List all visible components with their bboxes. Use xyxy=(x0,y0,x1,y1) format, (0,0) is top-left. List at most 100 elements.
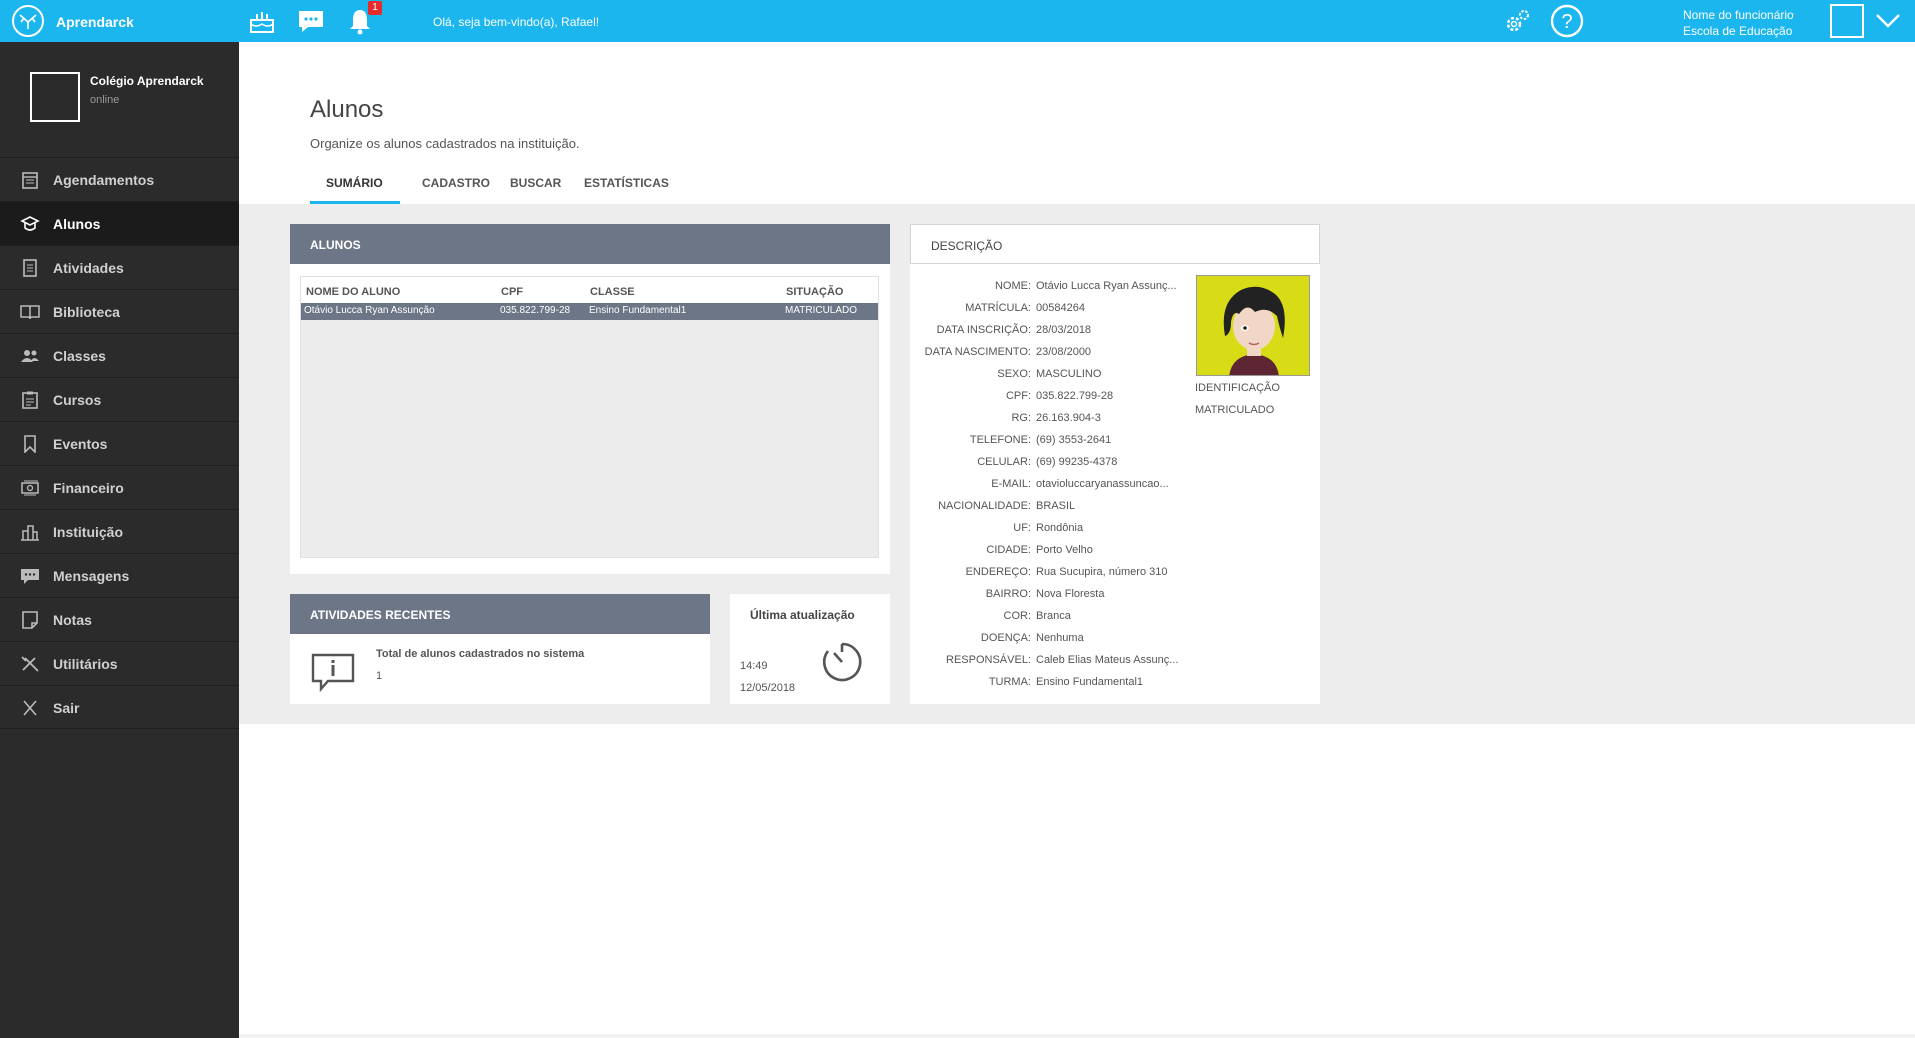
tab-cadastro[interactable]: CADASTRO xyxy=(406,176,506,204)
sidebar-item-financeiro[interactable]: Financeiro xyxy=(0,465,239,509)
user-role: Nome do funcionário xyxy=(1683,8,1794,22)
sidebar-item-atividades[interactable]: Atividades xyxy=(0,245,239,289)
page-title: Alunos xyxy=(310,96,384,123)
sidebar-item-utilitarios[interactable]: Utilitários xyxy=(0,641,239,685)
description-field: BAIRRO: Nova Floresta xyxy=(910,588,1310,606)
field-value: Porto Velho xyxy=(1036,544,1093,556)
field-label: RG: xyxy=(1011,412,1031,424)
sidebar-item-cursos[interactable]: Cursos xyxy=(0,377,239,421)
chevron-down-icon[interactable] xyxy=(1875,12,1901,35)
field-label: BAIRRO: xyxy=(985,588,1031,600)
column-header-name[interactable]: NOME DO ALUNO xyxy=(306,286,400,298)
school-name: Colégio Aprendarck xyxy=(90,74,204,88)
field-value: Rondônia xyxy=(1036,522,1084,534)
field-label: TURMA: xyxy=(988,676,1031,688)
help-icon[interactable]: ? xyxy=(1550,4,1584,38)
field-value: 00584264 xyxy=(1036,302,1085,314)
last-update-time: 14:49 xyxy=(740,660,768,672)
sidebar-item-sair[interactable]: Sair xyxy=(0,685,239,729)
birthday-cake-icon[interactable] xyxy=(247,6,277,36)
user-info: Nome do funcionário Escola de Educação xyxy=(1683,7,1794,39)
page-subtitle: Organize os alunos cadastrados na instit… xyxy=(310,136,580,151)
sidebar-item-label: Alunos xyxy=(53,216,101,232)
sidebar-item-label: Financeiro xyxy=(53,480,124,496)
description-field: E-MAIL: otavioluccaryanassuncao... xyxy=(910,478,1310,496)
note-icon xyxy=(20,611,40,629)
field-value: MASCULINO xyxy=(1036,368,1102,380)
top-bar: Aprendarck 1 Olá, seja bem-vindo(a), Raf… xyxy=(0,0,1915,42)
sidebar-item-classes[interactable]: Classes xyxy=(0,333,239,377)
sidebar-item-label: Biblioteca xyxy=(53,304,120,320)
description-field: TURMA: Ensino Fundamental1 xyxy=(910,676,1310,694)
timer-icon xyxy=(820,640,864,689)
field-label: CELULAR: xyxy=(977,456,1031,468)
student-photo xyxy=(1196,275,1310,376)
column-header-class[interactable]: CLASSE xyxy=(590,286,635,298)
footer-strip xyxy=(239,1034,1915,1038)
field-value: 23/08/2000 xyxy=(1036,346,1092,358)
school-status: online xyxy=(90,94,120,106)
sidebar-item-mensagens[interactable]: Mensagens xyxy=(0,553,239,597)
field-label: ENDEREÇO: xyxy=(965,566,1031,578)
photo-label: IDENTIFICAÇÃO xyxy=(1195,382,1280,394)
tab-sumario[interactable]: SUMÁRIO xyxy=(310,176,400,204)
last-update-title: Última atualização xyxy=(750,608,855,622)
description-field: COR: Branca xyxy=(910,610,1310,628)
sidebar-item-notas[interactable]: Notas xyxy=(0,597,239,641)
tab-estatisticas[interactable]: ESTATÍSTICAS xyxy=(568,176,685,204)
tools-icon xyxy=(20,655,40,673)
user-avatar[interactable] xyxy=(1830,4,1864,38)
students-panel-title: ALUNOS xyxy=(290,224,890,264)
field-value: (69) 99235-4378 xyxy=(1036,456,1118,468)
field-value: Nova Floresta xyxy=(1036,588,1105,600)
sidebar-menu: Agendamentos Alunos Atividades Bibliotec… xyxy=(0,157,239,729)
field-label: CPF: xyxy=(1005,390,1031,402)
column-header-cpf[interactable]: CPF xyxy=(501,286,523,298)
app-name: Aprendarck xyxy=(56,14,134,30)
column-header-status[interactable]: SITUAÇÃO xyxy=(786,286,843,298)
user-school: Escola de Educação xyxy=(1683,24,1793,38)
app-logo-icon[interactable] xyxy=(12,5,44,37)
description-field: DOENÇA: Nenhuma xyxy=(910,632,1310,650)
chat-icon xyxy=(20,567,40,585)
recent-activities-title: ATIVIDADES RECENTES xyxy=(290,594,710,634)
sidebar-item-label: Cursos xyxy=(53,392,102,408)
sidebar-item-instituicao[interactable]: Instituição xyxy=(0,509,239,553)
description-field: CIDADE: Porto Velho xyxy=(910,544,1310,562)
money-icon xyxy=(20,479,40,497)
field-label: TELEFONE: xyxy=(969,434,1031,446)
table-row[interactable]: Otávio Lucca Ryan Assunção 035.822.799-2… xyxy=(301,303,878,320)
description-panel-title: DESCRIÇÃO xyxy=(910,224,1320,264)
last-update-date: 12/05/2018 xyxy=(740,682,796,694)
sidebar-item-label: Sair xyxy=(53,700,80,716)
tab-buscar[interactable]: BUSCAR xyxy=(494,176,577,204)
field-label: NOME: xyxy=(994,280,1031,292)
graduation-cap-icon xyxy=(20,215,40,233)
sidebar-item-biblioteca[interactable]: Biblioteca xyxy=(0,289,239,333)
sidebar-item-eventos[interactable]: Eventos xyxy=(0,421,239,465)
sidebar-item-label: Mensagens xyxy=(53,568,130,584)
activity-title: Total de alunos cadastrados no sistema xyxy=(376,648,585,660)
notification-badge: 1 xyxy=(368,1,382,15)
people-icon xyxy=(20,347,40,365)
settings-gear-icon[interactable] xyxy=(1503,6,1533,36)
sidebar-item-label: Instituição xyxy=(53,524,124,540)
sidebar-item-alunos[interactable]: Alunos xyxy=(0,201,239,245)
sidebar-item-label: Eventos xyxy=(53,436,108,452)
recent-activities-panel: ATIVIDADES RECENTES Total de alunos cada… xyxy=(290,594,710,704)
field-label: UF: xyxy=(1013,522,1031,534)
field-label: E-MAIL: xyxy=(991,478,1031,490)
cell-cpf: 035.822.799-28 xyxy=(500,305,571,316)
close-icon xyxy=(20,699,40,717)
field-label: SEXO: xyxy=(997,368,1031,380)
sidebar-item-agendamentos[interactable]: Agendamentos xyxy=(0,157,239,201)
students-grid: NOME DO ALUNO CPF CLASSE SITUAÇÃO Otávio… xyxy=(300,276,879,558)
cell-name: Otávio Lucca Ryan Assunção xyxy=(304,305,435,316)
students-panel: ALUNOS NOME DO ALUNO CPF CLASSE SITUAÇÃO… xyxy=(290,224,890,574)
description-field: CELULAR: (69) 99235-4378 xyxy=(910,456,1310,474)
info-icon xyxy=(310,652,356,697)
sidebar-item-label: Notas xyxy=(53,612,92,628)
photo-status: MATRICULADO xyxy=(1195,404,1275,416)
chat-icon[interactable] xyxy=(296,6,326,36)
field-value: Nenhuma xyxy=(1036,632,1084,644)
